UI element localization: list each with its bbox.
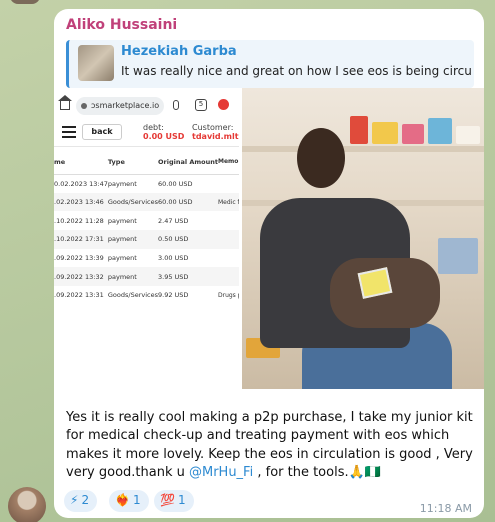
hamburger-menu-icon <box>62 126 76 138</box>
cell-memo: Drugs peptic <box>217 291 239 299</box>
heart-on-fire-icon: ❤️‍🔥 <box>115 493 130 507</box>
shelf <box>242 146 484 152</box>
screenshot-image[interactable]: ɔsmarketplace.io 5 back debt: 0.00 USD C… <box>54 93 239 398</box>
col-type: Type <box>107 150 158 175</box>
caption-text-end: , for the tools.🙏🇳🇬 <box>253 464 381 480</box>
lightning-icon: ⚡ <box>70 493 79 507</box>
table-row: .09.2022 13:39 payment 3.00 USD <box>54 249 239 268</box>
cell-amount: 60.00 USD <box>158 192 218 212</box>
sender-name[interactable]: Aliko Hussaini <box>66 17 177 33</box>
message-time: 11:18 AM <box>419 502 472 515</box>
browser-url-bar: ɔsmarketplace.io 5 <box>54 93 239 119</box>
cell-time: 0.02.2023 13:47 <box>54 179 108 188</box>
message-caption: Yes it is really cool making a p2p purch… <box>66 409 476 482</box>
cell-type: payment <box>107 230 158 249</box>
reply-author: Hezekiah Garba <box>121 44 237 59</box>
transactions-table: me Type Original Amount Memo 0.02.2023 1… <box>54 150 239 305</box>
reply-quote[interactable]: Hezekiah Garba It was really nice and gr… <box>66 40 474 88</box>
mention-link[interactable]: @MrHu_Fi <box>189 465 253 480</box>
cell-type: payment <box>107 254 137 263</box>
reaction-count: 1 <box>177 493 186 507</box>
cell-type: payment <box>107 267 158 287</box>
cell-amount: 0.50 USD <box>158 230 218 249</box>
reply-thumbnail <box>78 45 114 81</box>
cell-time: .10.2022 11:28 <box>54 216 104 225</box>
reply-text: It was really nice and great on how I se… <box>121 64 473 78</box>
home-icon <box>58 95 72 110</box>
table-row: .02.2023 13:46 Goods/Services 60.00 USD Med… <box>54 192 239 212</box>
message-bubble[interactable]: Aliko Hussaini Hezekiah Garba It was rea… <box>54 9 484 518</box>
cell-type: Goods/Services <box>107 192 158 212</box>
app-header: back debt: 0.00 USD Customer: tdavid.mlt <box>54 119 239 147</box>
product-box <box>372 122 398 144</box>
table-row: .10.2022 17:31 payment 0.50 USD <box>54 230 239 249</box>
cell-amount: 2.47 USD <box>158 216 189 225</box>
cell-amount: 3.00 USD <box>158 254 189 263</box>
photo-image[interactable] <box>242 88 484 389</box>
cell-time: .09.2022 13:32 <box>54 267 108 287</box>
product-box <box>402 124 424 144</box>
reaction-count: 2 <box>81 493 90 507</box>
person-head <box>297 128 345 188</box>
cell-time: .09.2022 13:31 <box>54 291 104 300</box>
cell-type: payment <box>107 216 137 225</box>
product-box <box>438 238 478 274</box>
cell-time: .02.2023 13:46 <box>54 192 108 212</box>
url-field: ɔsmarketplace.io <box>76 97 164 115</box>
cell-memo <box>217 267 239 287</box>
back-button: back <box>82 124 122 140</box>
debt-info: debt: 0.00 USD <box>143 123 185 141</box>
col-memo: Memo <box>217 150 239 175</box>
cell-amount: 9.92 USD <box>158 291 189 300</box>
lock-icon <box>81 103 87 109</box>
table-row: .09.2022 13:31 Goods/Services 9.92 USD Drug… <box>54 286 239 305</box>
table-row: 0.02.2023 13:47 payment 60.00 USD <box>54 174 239 193</box>
reaction-lightning[interactable]: ⚡ 2 <box>64 490 98 512</box>
mic-icon <box>173 100 179 110</box>
url-text: ɔsmarketplace.io <box>91 101 160 110</box>
cell-type: Goods/Services <box>107 291 158 300</box>
col-time: me <box>54 150 108 175</box>
cell-time: .10.2022 17:31 <box>54 230 108 249</box>
cell-time: .09.2022 13:39 <box>54 254 104 263</box>
cell-type: payment <box>107 179 137 188</box>
product-box <box>456 126 480 144</box>
customer-info: Customer: tdavid.mlt <box>192 123 239 141</box>
cell-amount: 60.00 USD <box>158 179 193 188</box>
product-box <box>350 116 368 144</box>
cell-memo <box>217 230 239 249</box>
reaction-heart-fire[interactable]: ❤️‍🔥 1 <box>109 490 149 512</box>
cell-memo <box>218 211 239 230</box>
reaction-hundred[interactable]: 💯 1 <box>154 490 194 512</box>
cell-memo: Medic fever <box>217 192 239 212</box>
hundred-points-icon: 💯 <box>160 493 175 507</box>
sender-avatar[interactable] <box>8 487 46 522</box>
col-amount: Original Amount <box>158 150 218 175</box>
cell-amount: 3.95 USD <box>158 267 218 287</box>
cell-memo <box>218 174 239 193</box>
table-row: .09.2022 13:32 payment 3.95 USD <box>54 267 239 287</box>
product-box <box>428 118 452 144</box>
browser-menu-icon <box>218 99 229 110</box>
reaction-count: 1 <box>132 493 141 507</box>
table-header-row: me Type Original Amount Memo <box>54 150 239 175</box>
table-row: .10.2022 11:28 payment 2.47 USD <box>54 211 239 230</box>
cell-memo <box>218 249 239 268</box>
tabs-count-icon: 5 <box>195 99 207 111</box>
